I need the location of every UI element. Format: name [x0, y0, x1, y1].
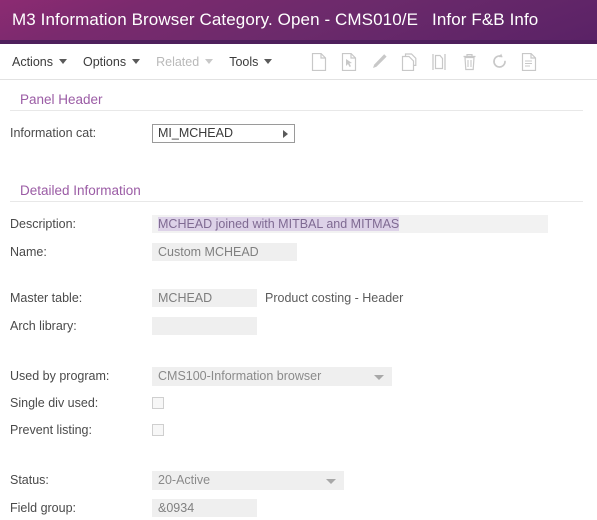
- description-input[interactable]: MCHEAD joined with MITBAL and MITMAS: [152, 215, 548, 233]
- master-table-description: Product costing - Header: [265, 291, 404, 305]
- menu-actions[interactable]: Actions: [0, 44, 75, 79]
- row-arch-library: Arch library:: [10, 314, 597, 338]
- row-information-cat: Information cat: MI_MCHEAD: [10, 121, 597, 145]
- label-used-by-program: Used by program:: [10, 369, 110, 383]
- field-group-input[interactable]: &0934: [152, 499, 257, 517]
- field-group-value: &0934: [158, 501, 195, 515]
- form-content: Panel Header Information cat: MI_MCHEAD …: [0, 80, 597, 520]
- row-name: Name: Custom MCHEAD: [10, 240, 597, 264]
- single-div-used-checkbox[interactable]: [152, 397, 164, 409]
- menu-related-label: Related: [156, 54, 200, 69]
- section-header-detailed-label: Detailed Information: [20, 183, 141, 198]
- copy-document-icon[interactable]: [394, 47, 424, 77]
- label-field-group: Field group:: [10, 501, 77, 515]
- label-master-table: Master table:: [10, 291, 83, 305]
- row-used-by-program: Used by program: CMS100-Information brow…: [10, 364, 597, 388]
- refresh-icon[interactable]: [484, 47, 514, 77]
- row-single-div-used: Single div used:: [10, 391, 597, 415]
- delete-trash-icon[interactable]: [454, 47, 484, 77]
- chevron-down-icon: [205, 59, 214, 64]
- row-prevent-listing: Prevent listing:: [10, 418, 597, 442]
- section-header-panel: Panel Header: [10, 80, 583, 111]
- edit-pencil-icon[interactable]: [364, 47, 394, 77]
- used-by-program-value: CMS100-Information browser: [158, 368, 322, 383]
- label-single-div-used: Single div used:: [10, 396, 99, 410]
- display-document-icon[interactable]: [514, 47, 544, 77]
- description-value: MCHEAD joined with MITBAL and MITMAS: [158, 217, 400, 231]
- duplicate-document-icon[interactable]: [424, 47, 454, 77]
- chevron-down-icon: [59, 59, 67, 64]
- label-information-cat: Information cat:: [10, 126, 97, 140]
- name-input[interactable]: Custom MCHEAD: [152, 243, 297, 261]
- menu-tools-label: Tools: [229, 54, 259, 69]
- section-header-panel-label: Panel Header: [20, 92, 103, 107]
- window-title-text: M3 Information Browser Category. Open - …: [12, 10, 419, 29]
- used-by-program-select[interactable]: CMS100-Information browser: [152, 366, 392, 386]
- label-name: Name:: [10, 245, 47, 259]
- window-titlebar: M3 Information Browser Category. Open - …: [0, 0, 597, 40]
- row-field-group: Field group: &0934: [10, 496, 597, 520]
- section-header-detailed: Detailed Information: [10, 171, 583, 202]
- chevron-down-icon[interactable]: [374, 374, 384, 380]
- chevron-right-icon[interactable]: [283, 129, 288, 138]
- menu-related: Related: [148, 44, 221, 79]
- label-status: Status:: [10, 473, 49, 487]
- window-title: M3 Information Browser Category. Open - …: [12, 10, 538, 30]
- new-document-icon[interactable]: [304, 47, 334, 77]
- label-prevent-listing: Prevent listing:: [10, 423, 92, 437]
- name-value: Custom MCHEAD: [158, 245, 259, 259]
- label-arch-library: Arch library:: [10, 319, 77, 333]
- menu-options-label: Options: [83, 54, 127, 69]
- menu-actions-label: Actions: [12, 54, 53, 69]
- status-value: 20-Active: [158, 472, 211, 487]
- menu-options[interactable]: Options: [75, 44, 148, 79]
- information-cat-value: MI_MCHEAD: [158, 125, 234, 140]
- select-document-icon[interactable]: [334, 47, 364, 77]
- menu-tools[interactable]: Tools: [221, 44, 280, 79]
- row-status: Status: 20-Active: [10, 468, 597, 492]
- toolbar-icon-group: [304, 47, 544, 77]
- arch-library-input[interactable]: [152, 317, 257, 335]
- prevent-listing-checkbox[interactable]: [152, 424, 164, 436]
- row-master-table: Master table: MCHEAD Product costing - H…: [10, 286, 597, 310]
- master-table-value: MCHEAD: [158, 291, 213, 305]
- row-description: Description: MCHEAD joined with MITBAL a…: [10, 212, 597, 236]
- master-table-input[interactable]: MCHEAD: [152, 289, 257, 307]
- chevron-down-icon[interactable]: [326, 478, 336, 484]
- chevron-down-icon: [264, 59, 273, 64]
- status-select[interactable]: 20-Active: [152, 470, 344, 490]
- chevron-down-icon: [132, 59, 141, 64]
- label-description: Description:: [10, 217, 76, 231]
- main-toolbar: Actions Options Related Tools: [0, 44, 597, 80]
- information-cat-input[interactable]: MI_MCHEAD: [152, 123, 295, 143]
- app-name-text: Infor F&B Info: [432, 10, 539, 29]
